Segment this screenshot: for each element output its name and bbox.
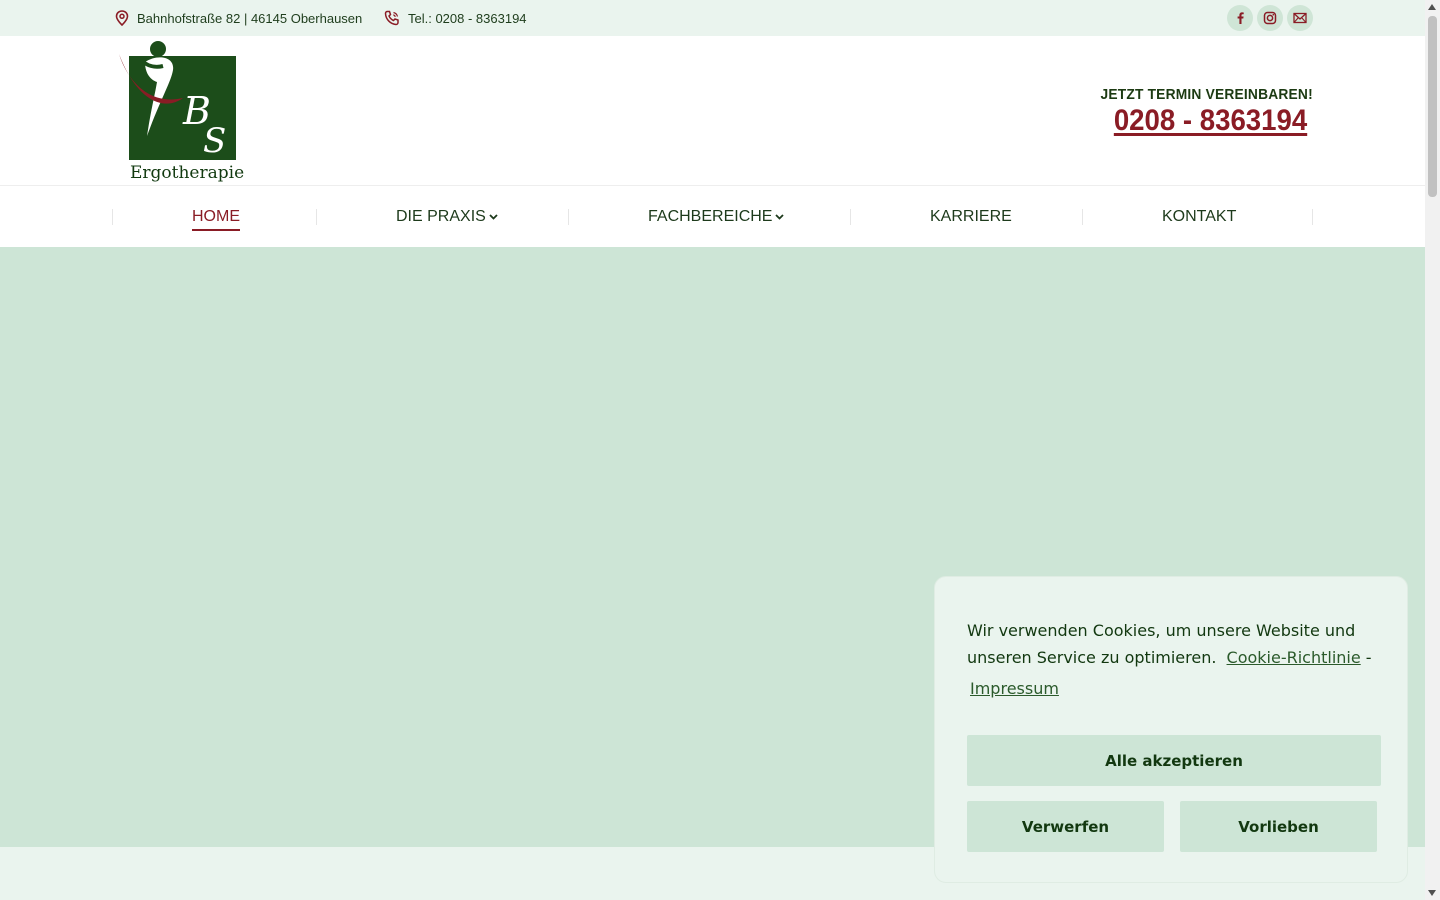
nav-item-die-praxis[interactable]: DIE PRAXIS: [396, 187, 498, 247]
nav-separator: [112, 209, 113, 225]
nav-item-fachbereiche[interactable]: FACHBEREICHE: [648, 187, 785, 247]
nav-item-karriere[interactable]: KARRIERE: [930, 187, 1012, 247]
phone-icon: [384, 10, 399, 26]
site-header: B S Ergotherapie JETZT TERMIN VEREINBARE…: [0, 36, 1425, 186]
cookie-policy-link[interactable]: Cookie-Richtlinie: [1227, 648, 1361, 667]
top-bar: Bahnhofstraße 82 | 46145 Oberhausen Tel.…: [0, 0, 1425, 36]
cookie-link-separator: -: [1365, 648, 1372, 667]
imprint-link[interactable]: Impressum: [970, 675, 1059, 702]
nav-item-label: HOME: [192, 208, 240, 231]
nav-item-label: FACHBEREICHE: [648, 208, 773, 225]
mail-link[interactable]: [1287, 5, 1313, 31]
nav-item-label: KARRIERE: [930, 208, 1012, 225]
location-pin-icon: [115, 10, 129, 26]
facebook-link[interactable]: [1227, 5, 1253, 31]
nav-separator: [1082, 209, 1083, 225]
deny-button[interactable]: Verwerfen: [967, 801, 1164, 852]
phone-text: Tel.: 0208 - 8363194: [408, 10, 527, 26]
scroll-down-arrow-icon[interactable]: [1428, 890, 1436, 896]
nav-item-home[interactable]: HOME: [192, 187, 240, 247]
instagram-icon: [1263, 11, 1277, 25]
logo-mark-icon: B S: [119, 41, 236, 161]
logo-text: Ergotherapie: [130, 163, 245, 183]
address-text: Bahnhofstraße 82 | 46145 Oberhausen: [137, 10, 363, 26]
nav-separator: [850, 209, 851, 225]
nav-separator: [316, 209, 317, 225]
mail-icon: [1293, 12, 1307, 24]
chevron-down-icon: [489, 214, 498, 220]
chevron-down-icon: [775, 214, 785, 220]
preferences-button[interactable]: Vorlieben: [1180, 801, 1377, 852]
appointment-phone-link[interactable]: 0208 - 8363194: [1114, 104, 1307, 138]
svg-text:S: S: [203, 121, 226, 161]
nav-item-kontakt[interactable]: KONTAKT: [1162, 187, 1236, 247]
nav-item-label: DIE PRAXIS: [396, 208, 486, 225]
nav-item-label: KONTAKT: [1162, 208, 1237, 225]
scroll-up-arrow-icon[interactable]: [1428, 4, 1436, 10]
phone-info[interactable]: Tel.: 0208 - 8363194: [384, 0, 527, 36]
instagram-link[interactable]: [1257, 5, 1283, 31]
main-navigation: HOME DIE PRAXIS FACHBEREICHE KARRIERE KO…: [0, 187, 1425, 247]
scrollbar-thumb[interactable]: [1428, 16, 1437, 197]
site-logo[interactable]: B S Ergotherapie: [117, 40, 244, 183]
nav-separator: [1312, 209, 1313, 225]
cookie-consent-banner: Wir verwenden Cookies, um unsere Website…: [934, 576, 1408, 883]
facebook-icon: [1237, 12, 1244, 24]
accept-all-button[interactable]: Alle akzeptieren: [967, 735, 1381, 786]
address-info: Bahnhofstraße 82 | 46145 Oberhausen: [115, 0, 362, 36]
page-scrollbar[interactable]: [1425, 0, 1440, 900]
cookie-message: Wir verwenden Cookies, um unsere Website…: [967, 617, 1387, 702]
appointment-heading: JETZT TERMIN VEREINBAREN!: [1100, 86, 1313, 103]
nav-separator: [568, 209, 569, 225]
